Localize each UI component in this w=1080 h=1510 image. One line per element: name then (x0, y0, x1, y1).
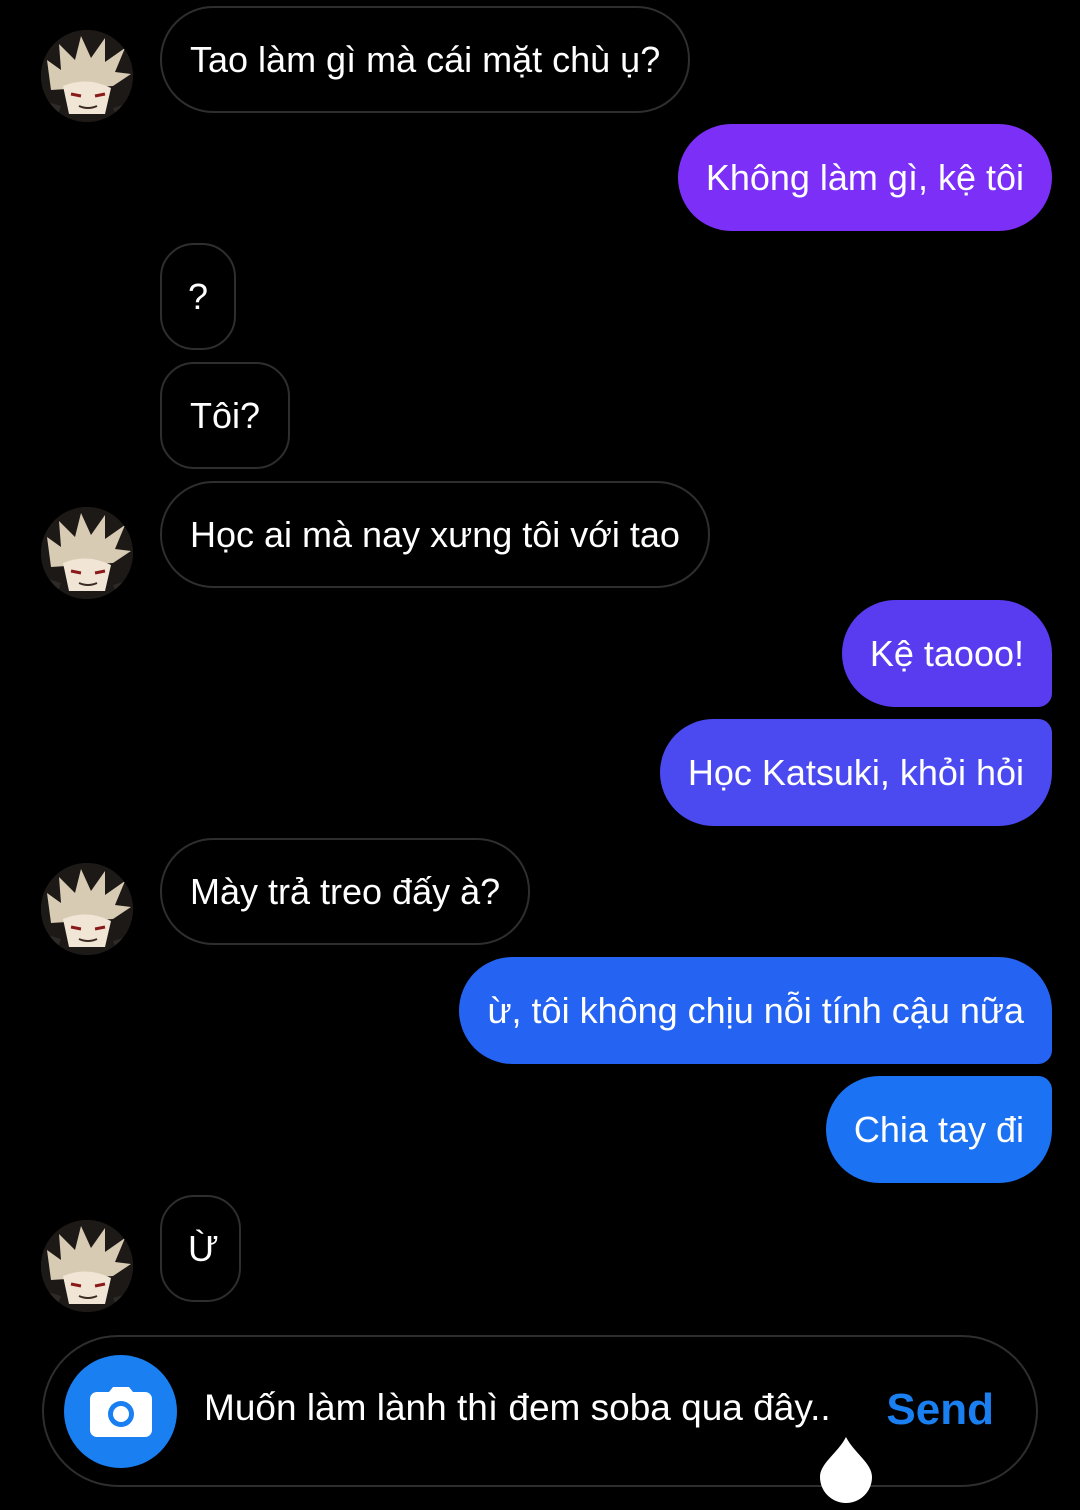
send-button[interactable]: Send (886, 1385, 994, 1435)
message-text: Tôi? (190, 394, 261, 436)
received-message[interactable]: Học ai mà nay xưng tôi với tao (160, 481, 710, 588)
received-message[interactable]: ? (160, 243, 237, 350)
received-message[interactable]: Tôi? (160, 362, 291, 469)
message-text: Mày trả treo đấy à? (190, 870, 501, 912)
message-input[interactable]: Muốn làm lành thì đem soba qua đây.. (204, 1387, 831, 1429)
sent-message[interactable]: Kệ taooo! (841, 600, 1052, 707)
text-cursor-handle-icon[interactable] (818, 1437, 874, 1503)
anime-avatar-icon (41, 30, 133, 122)
contact-avatar[interactable] (41, 507, 133, 599)
message-text: ? (188, 275, 209, 317)
message-text: Tao làm gì mà cái mặt chù ụ? (190, 38, 661, 80)
camera-icon (89, 1386, 152, 1437)
message-text: Kệ taooo! (869, 632, 1024, 674)
anime-avatar-icon (41, 863, 133, 955)
contact-avatar[interactable] (41, 863, 133, 955)
message-text: Học Katsuki, khỏi hỏi (687, 751, 1024, 793)
contact-avatar[interactable] (41, 1220, 133, 1312)
camera-button[interactable] (64, 1355, 177, 1468)
message-composer: Muốn làm lành thì đem soba qua đây.. Sen… (42, 1335, 1038, 1487)
contact-avatar[interactable] (41, 30, 133, 122)
anime-avatar-icon (41, 507, 133, 599)
message-text: Không làm gì, kệ tôi (705, 156, 1024, 198)
sent-message[interactable]: Học Katsuki, khỏi hỏi (659, 719, 1052, 826)
anime-avatar-icon (41, 1220, 133, 1312)
received-message[interactable]: Ừ (160, 1195, 241, 1302)
sent-message[interactable]: Chia tay đi (825, 1076, 1052, 1183)
message-text: Chia tay đi (853, 1108, 1024, 1150)
message-text: ừ, tôi không chịu nỗi tính cậu nữa (487, 989, 1024, 1031)
message-text: Ừ (188, 1227, 219, 1269)
received-message[interactable]: Tao làm gì mà cái mặt chù ụ? (160, 6, 691, 113)
sent-message[interactable]: Không làm gì, kệ tôi (677, 124, 1052, 231)
received-message[interactable]: Mày trả treo đấy à? (160, 838, 531, 945)
message-text: Học ai mà nay xưng tôi với tao (190, 513, 680, 555)
sent-message[interactable]: ừ, tôi không chịu nỗi tính cậu nữa (459, 957, 1052, 1064)
